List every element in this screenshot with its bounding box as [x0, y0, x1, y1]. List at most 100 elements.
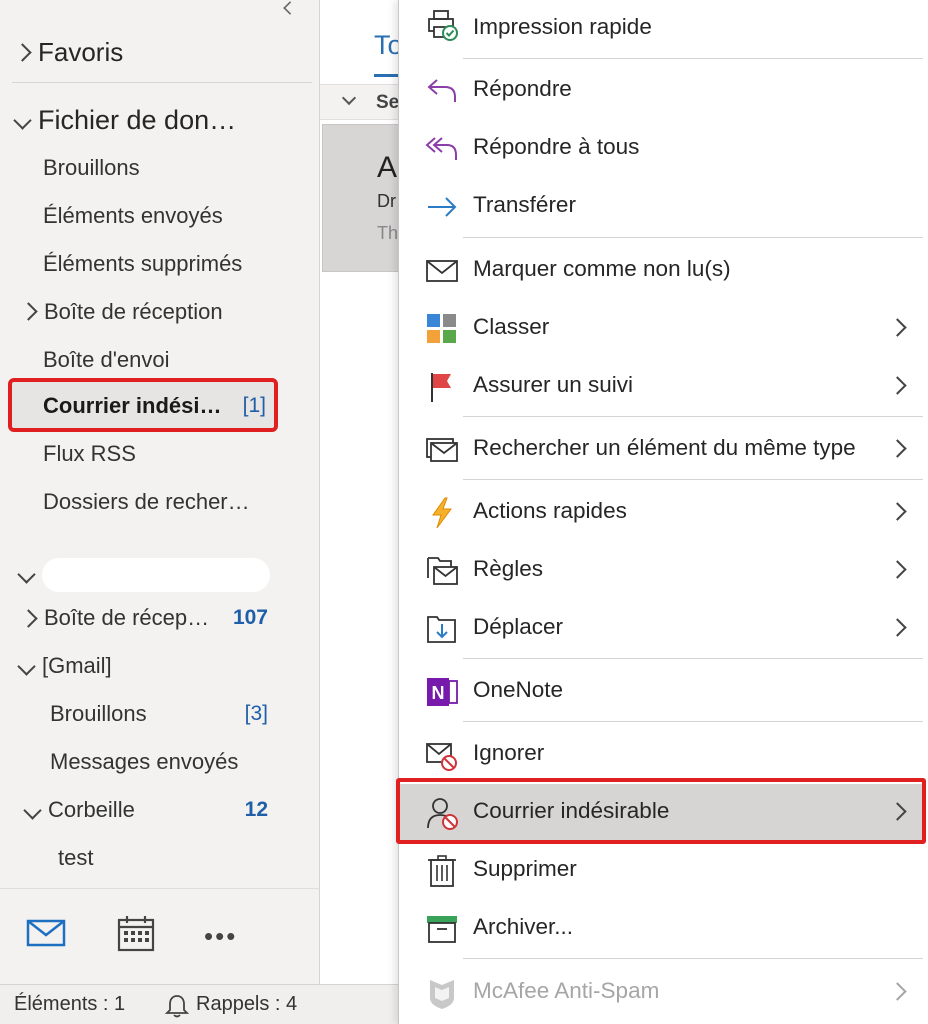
- account-inbox[interactable]: Boîte de récep… 107: [0, 598, 320, 638]
- chevron-down-icon: [20, 563, 42, 585]
- menu-label: Rechercher un élément du même type: [473, 435, 856, 460]
- chevron-down-icon[interactable]: [20, 655, 42, 677]
- menu-label: Actions rapides: [473, 498, 627, 523]
- group-header[interactable]: Se: [320, 84, 400, 120]
- account-gmail[interactable]: [Gmail]: [0, 646, 320, 686]
- menu-quick-print[interactable]: Impression rapide: [399, 0, 923, 56]
- folder-label: Corbeille: [48, 797, 135, 822]
- folder-label: Flux RSS: [43, 441, 136, 466]
- folder-deleted[interactable]: Éléments supprimés: [0, 244, 320, 284]
- folder-label: Courrier indési…: [43, 393, 222, 418]
- menu-reply-all[interactable]: Répondre à tous: [399, 120, 923, 176]
- submenu-arrow-icon: [888, 982, 907, 1001]
- menu-separator: [463, 721, 923, 722]
- submenu-arrow-icon: [888, 439, 907, 458]
- envelope-icon: [426, 260, 458, 282]
- message-item[interactable]: A Dr Th: [322, 124, 400, 272]
- forward-icon: [428, 197, 457, 217]
- mail-icon[interactable]: [26, 917, 66, 949]
- chevron-right-icon[interactable]: [22, 607, 44, 629]
- menu-label: Ignorer: [473, 740, 545, 765]
- lightning-icon: [432, 497, 452, 529]
- data-file-header[interactable]: Fichier de don…: [0, 98, 320, 142]
- menu-label: Marquer comme non lu(s): [473, 256, 731, 281]
- submenu-arrow-icon: [888, 318, 907, 337]
- more-icon[interactable]: •••: [204, 921, 237, 952]
- calendar-icon[interactable]: [116, 915, 156, 953]
- menu-follow-up[interactable]: Assurer un suivi: [399, 358, 923, 414]
- menu-onenote[interactable]: N OneNote: [399, 663, 923, 719]
- menu-separator: [463, 658, 923, 659]
- folder-inbox[interactable]: Boîte de réception: [0, 292, 320, 332]
- unread-count: [3]: [244, 702, 268, 725]
- items-count: Éléments : 1: [14, 993, 126, 1015]
- folder-drafts[interactable]: Brouillons: [0, 148, 320, 188]
- menu-archive[interactable]: Archiver...: [399, 900, 923, 956]
- submenu-arrow-icon: [888, 502, 907, 521]
- menu-mark-unread[interactable]: Marquer comme non lu(s): [399, 242, 923, 298]
- favorites-header[interactable]: Favoris: [0, 30, 320, 74]
- reply-all-icon: [425, 137, 457, 160]
- menu-label: Transférer: [473, 192, 576, 217]
- menu-move[interactable]: Déplacer: [399, 600, 923, 656]
- folder-outbox[interactable]: Boîte d'envoi: [0, 340, 320, 380]
- menu-separator: [463, 958, 923, 959]
- menu-label: OneNote: [473, 677, 564, 702]
- folder-label: Boîte de récep…: [44, 605, 210, 630]
- account-drafts[interactable]: Brouillons [3]: [0, 694, 320, 734]
- submenu-arrow-icon: [888, 560, 907, 579]
- trash-icon: [428, 855, 456, 887]
- menu-label: Déplacer: [473, 614, 564, 639]
- menu-rules[interactable]: Règles: [399, 542, 923, 598]
- account-trash[interactable]: Corbeille 12: [0, 790, 320, 830]
- message-subject: Dr: [377, 191, 396, 211]
- menu-separator: [463, 416, 923, 417]
- menu-quick-steps[interactable]: Actions rapides: [399, 484, 923, 540]
- status-bar: Éléments : 1 Rappels : 4: [0, 984, 400, 1024]
- folder-rss[interactable]: Flux RSS: [0, 434, 320, 474]
- menu-label: Courrier indésirable: [473, 798, 670, 823]
- favorites-label: Favoris: [38, 36, 124, 67]
- reminders-count[interactable]: Rappels : 4: [196, 993, 297, 1016]
- menu-find-related[interactable]: Rechercher un élément du même type: [399, 421, 923, 477]
- menu-label: Répondre à tous: [473, 134, 640, 159]
- collapse-pane-icon[interactable]: [283, 1, 297, 15]
- message-list: To Se A Dr Th: [320, 0, 403, 984]
- menu-ignore[interactable]: Ignorer: [399, 726, 923, 782]
- menu-reply[interactable]: Répondre: [399, 62, 923, 118]
- data-file-label: Fichier de don…: [38, 104, 237, 135]
- svg-text:N: N: [432, 683, 445, 703]
- account-sent[interactable]: Messages envoyés: [0, 742, 320, 782]
- submenu-arrow-icon: [888, 618, 907, 637]
- chevron-down-icon: [341, 90, 357, 106]
- menu-forward[interactable]: Transférer: [399, 178, 923, 234]
- chevron-down-icon: [16, 109, 38, 131]
- menu-label: Archiver...: [473, 914, 574, 939]
- folder-label: Messages envoyés: [50, 749, 239, 774]
- ignore-icon: [426, 743, 457, 771]
- folder-label: Boîte de réception: [44, 299, 223, 324]
- chevron-down-icon[interactable]: [26, 799, 48, 821]
- bell-icon: [164, 995, 190, 1018]
- folder-junk[interactable]: Courrier indési… [1]: [0, 386, 320, 426]
- account-name-redacted: [42, 558, 270, 592]
- group-label: Se: [376, 92, 400, 113]
- folder-label: Dossiers de recher…: [43, 489, 250, 514]
- find-related-icon: [426, 438, 458, 462]
- account-test[interactable]: test: [0, 838, 320, 878]
- menu-junk-mail[interactable]: Courrier indésirable: [399, 784, 923, 840]
- rules-icon: [427, 557, 458, 585]
- folder-label: Brouillons: [50, 701, 147, 726]
- context-menu: Impression rapide Répondre Répondre à to…: [398, 0, 928, 1024]
- chevron-right-icon[interactable]: [22, 303, 44, 321]
- message-preview: Th: [377, 223, 399, 243]
- folder-sent[interactable]: Éléments envoyés: [0, 196, 320, 236]
- divider: [12, 82, 312, 83]
- folder-label: test: [58, 845, 94, 870]
- folder-label: Boîte d'envoi: [43, 347, 170, 372]
- folder-pane: Favoris Fichier de don… Brouillons Éléme…: [0, 0, 320, 888]
- folder-search[interactable]: Dossiers de recher…: [0, 482, 320, 522]
- menu-categorize[interactable]: Classer: [399, 300, 923, 356]
- onenote-icon: N: [427, 678, 458, 706]
- menu-delete[interactable]: Supprimer: [399, 842, 923, 898]
